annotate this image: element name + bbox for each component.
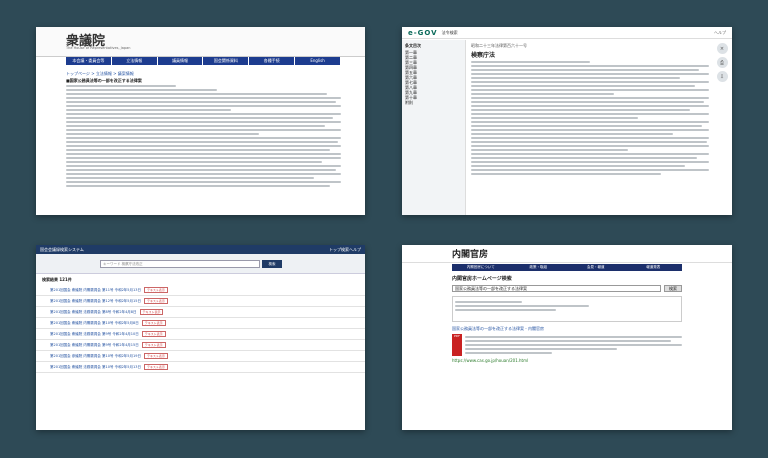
list-item[interactable]: 第201回国会 衆議院 内閣委員会 第11号 令和2年5月13日 テキスト表示 <box>36 285 365 296</box>
search-button[interactable]: 検索 <box>262 260 282 268</box>
text-view-chip[interactable]: テキスト表示 <box>139 309 164 315</box>
naikaku-body: 内閣官房ホームページ検索 国家公務員法等の一部を改正する法律案 検索 国家公務員… <box>452 275 682 363</box>
list-item[interactable]: 第201回国会 参議院 内閣委員会 第10号 令和2年5月19日 テキスト表示 <box>36 351 365 362</box>
close-icon[interactable]: × <box>716 43 728 54</box>
search-input[interactable]: 国家公務員法等の一部を改正する法律案 <box>452 285 661 292</box>
kokkai-window: 国会会議録検索システム トップ検索ヘルプ キーワード 検察庁法改正 検索 検索結… <box>36 245 365 430</box>
shugiin-header: 衆議院 The House of Representatives, Japan <box>36 27 365 57</box>
text-view-chip[interactable]: テキスト表示 <box>144 298 168 304</box>
shugiin-nav: 本会議・委員会等 立法情報 議員情報 国会関係資料 各種手続 English <box>66 57 341 65</box>
result-url: https://www.cas.go.jp/houan/201.html <box>452 358 529 363</box>
text-view-chip[interactable]: テキスト表示 <box>144 353 168 359</box>
result-list: 第201回国会 衆議院 内閣委員会 第11号 令和2年5月13日 テキスト表示 第… <box>36 285 365 373</box>
egov-window: e-GOV 法令検索 ヘルプ 条文目次 第一章 第二章 第三章 第四章 第五章 … <box>402 27 732 215</box>
egov-tools: × ⎙ ⇩ <box>712 40 732 215</box>
list-item[interactable]: 第201回国会 衆議院 内閣委員会 第9号 令和2年4月15日 テキスト表示 <box>36 340 365 351</box>
nav-item[interactable]: 報道発表 <box>625 264 683 271</box>
search-button[interactable]: 検索 <box>664 285 682 292</box>
nav-item[interactable]: 立法情報 <box>111 57 158 65</box>
nav-item[interactable]: 内閣官房について <box>452 264 510 271</box>
result-count: 検索結果 121件 <box>42 277 72 282</box>
shugiin-logo-sub: The House of Representatives, Japan <box>66 46 131 50</box>
shugiin-body: トップページ > 立法情報 > 議案情報 ■国家公務員法等の一部を改正する法律案 <box>66 71 341 189</box>
toc-title: 条文目次 <box>405 43 421 48</box>
list-item[interactable]: 第201回国会 衆議院 内閣委員会 第10号 令和2年5月8日 テキスト表示 <box>36 318 365 329</box>
egov-sidebar: 条文目次 第一章 第二章 第三章 第四章 第五章 第六章 第七章 第八章 第九章… <box>402 40 466 215</box>
nav-item[interactable]: 本会議・委員会等 <box>66 57 112 65</box>
law-number: 昭和二十三年法律第百六十一号 <box>471 43 527 48</box>
search-input[interactable]: キーワード 検察庁法改正 <box>100 260 260 268</box>
kokkai-header-links[interactable]: トップ検索ヘルプ <box>329 245 361 254</box>
nav-item[interactable]: English <box>295 57 341 65</box>
toc-item[interactable]: 附則 <box>405 100 462 105</box>
naikaku-window: 内閣官房 内閣官房について 政策・取組 会見・報道 報道発表 内閣官房ホームペー… <box>402 245 732 430</box>
naikaku-nav: 内閣官房について 政策・取組 会見・報道 報道発表 <box>452 264 682 271</box>
text-view-chip[interactable]: テキスト表示 <box>141 342 166 348</box>
law-title: 検察庁法 <box>471 52 496 59</box>
doc-title: ■国家公務員法等の一部を改正する法律案 <box>66 78 142 83</box>
list-item[interactable]: 第201回国会 衆議院 法務委員会 第9号 令和2年4月10日 テキスト表示 <box>36 329 365 340</box>
text-view-chip[interactable]: テキスト表示 <box>144 287 168 293</box>
nav-item[interactable]: 国会関係資料 <box>203 57 250 65</box>
pdf-icon: PDF <box>452 334 462 356</box>
search-title: 内閣官房ホームページ検索 <box>452 276 512 282</box>
list-item[interactable]: 第201回国会 衆議院 法務委員会 第8号 令和2年4月8日 テキスト表示 <box>36 307 365 318</box>
text-view-chip[interactable]: テキスト表示 <box>141 331 166 337</box>
kokkai-site-title[interactable]: 国会会議録検索システム <box>40 245 84 254</box>
shugiin-window: 衆議院 The House of Representatives, Japan … <box>36 27 365 215</box>
egov-header: e-GOV 法令検索 ヘルプ <box>402 27 732 39</box>
text-view-chip[interactable]: テキスト表示 <box>141 320 166 326</box>
naikaku-header: 内閣官房 <box>402 245 732 263</box>
nav-item[interactable]: 政策・取組 <box>510 264 568 271</box>
print-icon[interactable]: ⎙ <box>716 57 728 68</box>
download-icon[interactable]: ⇩ <box>716 71 728 82</box>
help-link[interactable]: ヘルプ <box>714 30 726 35</box>
naikaku-logo[interactable]: 内閣官房 <box>452 247 488 260</box>
nav-item[interactable]: 会見・報道 <box>567 264 625 271</box>
nav-item[interactable]: 各種手続 <box>249 57 296 65</box>
egov-logo[interactable]: e-GOV <box>408 29 438 37</box>
result-link[interactable]: 国家公務員法等の一部を改正する法律案 - 内閣官房 <box>452 326 682 331</box>
breadcrumb[interactable]: トップページ > 立法情報 > 議案情報 <box>66 71 341 76</box>
egov-main: 昭和二十三年法律第百六十一号 検察庁法 <box>468 40 712 215</box>
nav-item[interactable]: 議員情報 <box>157 57 204 65</box>
egov-title: 法令検索 <box>441 29 458 35</box>
text-view-chip[interactable]: テキスト表示 <box>144 364 168 370</box>
list-item[interactable]: 第201回国会 衆議院 内閣委員会 第12号 令和2年5月15日 テキスト表示 <box>36 296 365 307</box>
list-item[interactable]: 第201回国会 衆議院 法務委員会 第10号 令和2年5月13日 テキスト表示 <box>36 362 365 373</box>
kokkai-header: 国会会議録検索システム トップ検索ヘルプ <box>36 245 365 254</box>
kokkai-search-bar: キーワード 検察庁法改正 検索 <box>36 254 365 274</box>
